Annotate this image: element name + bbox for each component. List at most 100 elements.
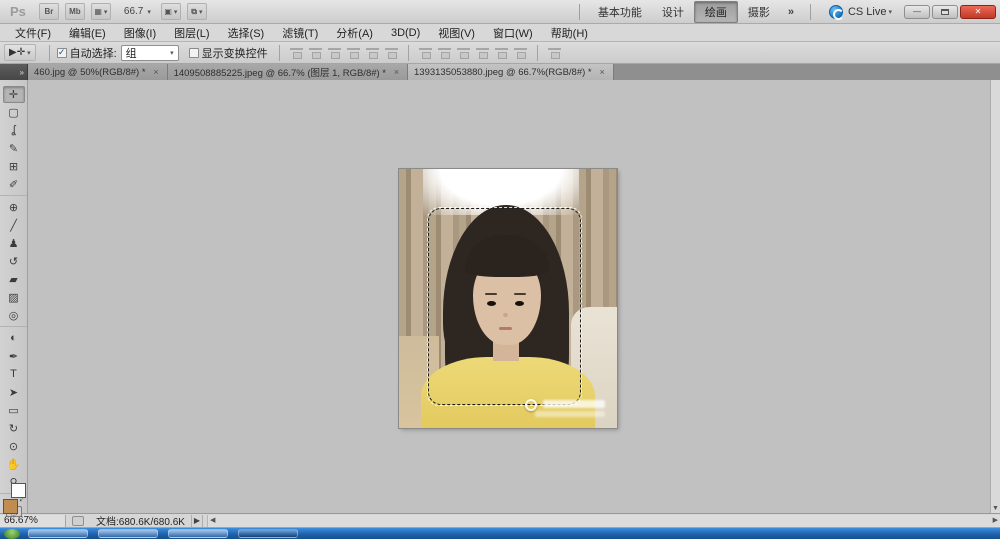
arrange-documents-icon[interactable]: ⧉▾ [187,3,207,20]
foreground-color-swatch[interactable] [3,499,18,514]
dodge-tool[interactable]: ◐ [3,330,25,347]
status-flyout-arrow[interactable]: ▶ [191,515,203,527]
blur-tool[interactable]: ◎ [3,307,25,324]
auto-select-checkbox[interactable]: ✓ [57,48,67,58]
auto-select-value: 组 [126,45,137,61]
menu-item[interactable]: 帮助(H) [542,24,597,42]
eraser-tool[interactable]: ▰ [3,271,25,288]
menu-item[interactable]: 图层(L) [165,24,218,42]
distribute-left-edges-icon[interactable] [475,46,490,59]
workspace-design[interactable]: 设计 [652,2,694,22]
taskbar-app-button[interactable] [238,529,298,538]
selection-marquee[interactable] [428,208,581,405]
launch-bridge-icon[interactable]: Br [39,3,59,20]
close-tab-icon[interactable]: × [392,68,401,77]
status-clock-icon [72,516,84,526]
close-button[interactable]: ✕ [960,5,996,19]
menu-item[interactable]: 3D(D) [382,26,429,40]
workspace-painting[interactable]: 绘画 [694,1,738,23]
vertical-scrollbar[interactable]: ▼ [990,80,1000,513]
distribute-horizontal-centers-icon[interactable] [494,46,509,59]
eyedropper-tool[interactable]: ✐ [3,176,25,193]
taskbar-app-button[interactable] [98,529,158,538]
document-image[interactable] [399,169,617,428]
brush-tool[interactable]: ╱ [3,217,25,234]
paint-tools-group: ⊕╱♟↺▰▨◎ [0,196,27,327]
type-tool[interactable]: T [3,366,25,383]
canvas-area[interactable]: ▼ [28,80,1000,513]
document-tab-title: 460.jpg @ 50%(RGB/8#) * [34,67,146,78]
view-extras-icon[interactable]: ▦▾ [91,3,111,20]
scroll-left-arrow-icon[interactable]: ◀ [210,515,215,527]
workspace-essentials[interactable]: 基本功能 [588,2,652,22]
spot-healing-brush-tool[interactable]: ⊕ [3,199,25,216]
shape-tool[interactable]: ▭ [3,402,25,419]
scroll-down-arrow-icon[interactable]: ▼ [991,505,1000,512]
crop-tool[interactable]: ⊞ [3,158,25,175]
menu-item[interactable]: 图像(I) [115,24,165,42]
pen-tool[interactable]: ✒ [3,348,25,365]
workspace-overflow-chevron[interactable]: » [780,6,802,18]
menu-item[interactable]: 编辑(E) [60,24,115,42]
menu-item[interactable]: 窗口(W) [484,24,542,42]
zoom-level-control[interactable]: 66.7 [124,6,143,17]
restore-button[interactable] [932,5,958,19]
3d-orbit-tool[interactable]: ⊙ [3,438,25,455]
screen-mode-icon[interactable]: ▣▾ [161,3,181,20]
document-size-info: 文档:680.6K/680.6K [96,513,185,528]
chevron-down-icon[interactable]: ▾ [147,8,151,16]
background-color-swatch[interactable] [11,483,26,498]
auto-align-layers-icon[interactable] [547,46,562,59]
distribute-right-edges-icon[interactable] [513,46,528,59]
horizontal-scrollbar[interactable]: ◀ ▶ [207,515,1000,527]
tool-preset-picker[interactable]: ▶✛ ▾ [4,44,36,61]
scroll-right-arrow-icon[interactable]: ▶ [993,515,998,527]
show-transform-controls-label: 显示变换控件 [202,45,268,61]
distribute-vertical-centers-icon[interactable] [437,46,452,59]
hand-tool[interactable]: ✋ [3,456,25,473]
auto-select-dropdown[interactable]: 组 ▾ [121,45,179,61]
launch-minibridge-icon[interactable]: Mb [65,3,85,20]
windows-taskbar[interactable] [0,527,1000,539]
history-brush-tool[interactable]: ↺ [3,253,25,270]
menu-item[interactable]: 视图(V) [429,24,484,42]
workspace-photography[interactable]: 摄影 [738,2,780,22]
lasso-tool[interactable]: ʆ [3,122,25,139]
menu-item[interactable]: 分析(A) [327,24,382,42]
quick-selection-tool[interactable]: ✎ [3,140,25,157]
close-tab-icon[interactable]: × [152,68,161,77]
minimize-button[interactable]: — [904,5,930,19]
path-selection-tool[interactable]: ➤ [3,384,25,401]
3d-rotate-tool[interactable]: ↻ [3,420,25,437]
align-right-edges-icon[interactable] [384,46,399,59]
move-tool[interactable]: ✛ [3,86,25,103]
vector-nav-tools-group: ◐✒T➤▭↻⊙✋⚲ [0,327,27,494]
align-vertical-centers-icon[interactable] [308,46,323,59]
taskbar-app-button[interactable] [28,529,88,538]
chevron-down-icon: ▾ [888,8,892,16]
distribute-bottom-edges-icon[interactable] [456,46,471,59]
clone-stamp-tool[interactable]: ♟ [3,235,25,252]
menu-item[interactable]: 文件(F) [6,24,60,42]
tab-1393135053880[interactable]: 1393135053880.jpeg @ 66.7%(RGB/8#) * × [408,64,614,80]
align-horizontal-centers-icon[interactable] [365,46,380,59]
rectangular-marquee-tool[interactable]: ▢ [3,104,25,121]
menu-item[interactable]: 选择(S) [219,24,274,42]
main-area: ✛▢ʆ✎⊞✐ ⊕╱♟↺▰▨◎ ◐✒T➤▭↻⊙✋⚲ ⤢ [0,80,1000,513]
menu-item[interactable]: 滤镜(T) [273,24,327,42]
align-bottom-edges-icon[interactable] [327,46,342,59]
close-tab-icon[interactable]: × [598,68,607,77]
tab-1409508885225[interactable]: 1409508885225.jpeg @ 66.7% (图层 1, RGB/8#… [168,64,408,80]
tools-panel-header[interactable]: » [0,64,28,80]
distribute-top-edges-icon[interactable] [418,46,433,59]
align-top-edges-icon[interactable] [289,46,304,59]
taskbar-app-button[interactable] [168,529,228,538]
start-button[interactable] [4,529,20,539]
chevron-down-icon: ▾ [104,8,108,16]
cs-live-menu[interactable]: CS Live ▾ [829,5,892,19]
gradient-tool[interactable]: ▨ [3,289,25,306]
show-transform-controls-checkbox[interactable] [189,48,199,58]
tab-460[interactable]: 460.jpg @ 50%(RGB/8#) * × [28,64,168,80]
align-left-edges-icon[interactable] [346,46,361,59]
menu-bar: 文件(F)编辑(E)图像(I)图层(L)选择(S)滤镜(T)分析(A)3D(D)… [0,24,1000,42]
